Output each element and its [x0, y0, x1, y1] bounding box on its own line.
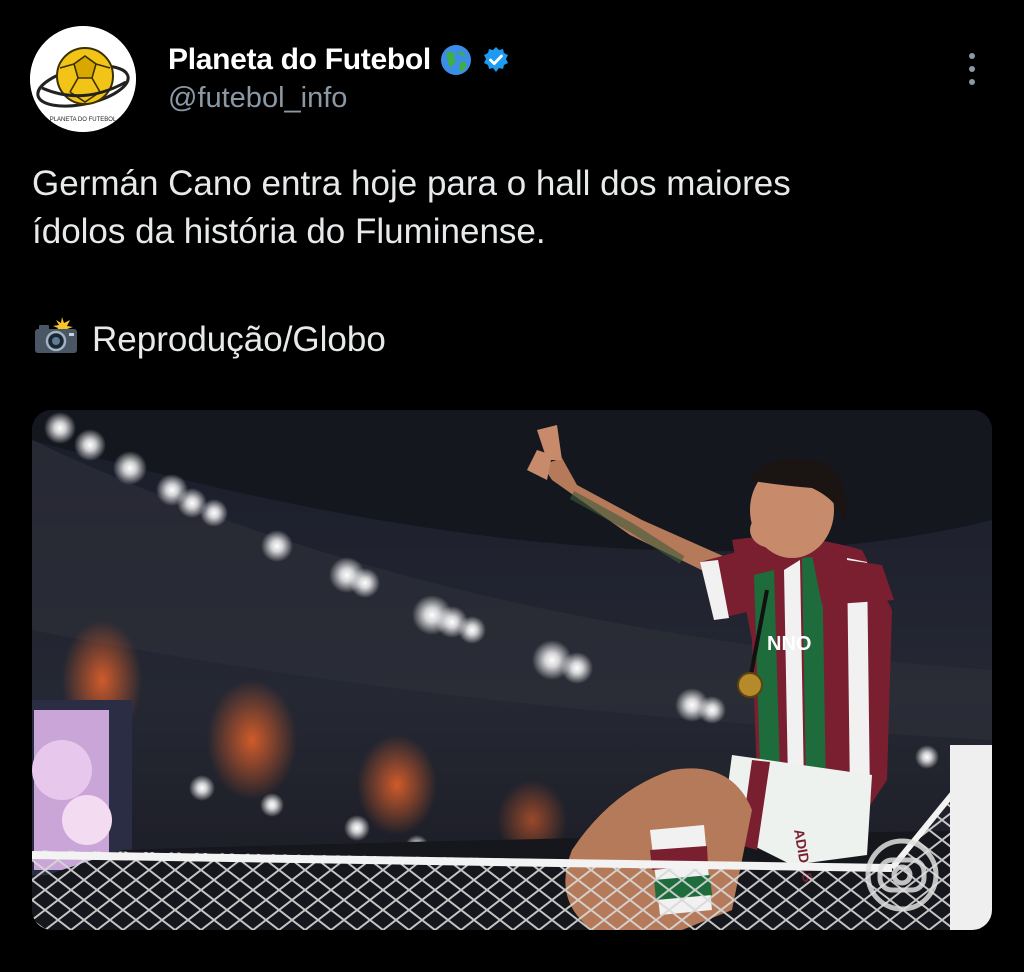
camera-flash-icon [32, 315, 80, 364]
tweet-photo[interactable]: NNO ADIDAS [32, 410, 992, 930]
display-name[interactable]: Planeta do Futebol [168, 43, 431, 77]
shirt-text: NNO [767, 633, 811, 655]
more-dot-icon [969, 53, 975, 59]
tweet-body: Germán Cano entra hoje para o hall dos m… [32, 160, 992, 256]
photo-celebration-scene: NNO ADIDAS [32, 410, 992, 930]
more-dot-icon [969, 79, 975, 85]
account-avatar[interactable]: PLANETA DO FUTEBOL [30, 26, 136, 132]
tweet-line-1: Germán Cano entra hoje para o hall dos m… [32, 164, 791, 203]
globe-icon [439, 43, 473, 77]
credit-text: Reprodução/Globo [92, 319, 386, 359]
more-dot-icon [969, 66, 975, 72]
tweet-line-2: ídolos da história do Fluminense. [32, 212, 546, 251]
verified-badge-icon [481, 45, 511, 75]
photo-credit: Reprodução/Globo [32, 315, 386, 364]
author-name-row[interactable]: Planeta do Futebol [168, 40, 511, 80]
more-options-button[interactable] [956, 48, 988, 90]
account-handle[interactable]: @futebol_info [168, 82, 347, 115]
planet-logo-icon: PLANETA DO FUTEBOL [30, 26, 136, 132]
avatar-caption: PLANETA DO FUTEBOL [50, 117, 117, 123]
